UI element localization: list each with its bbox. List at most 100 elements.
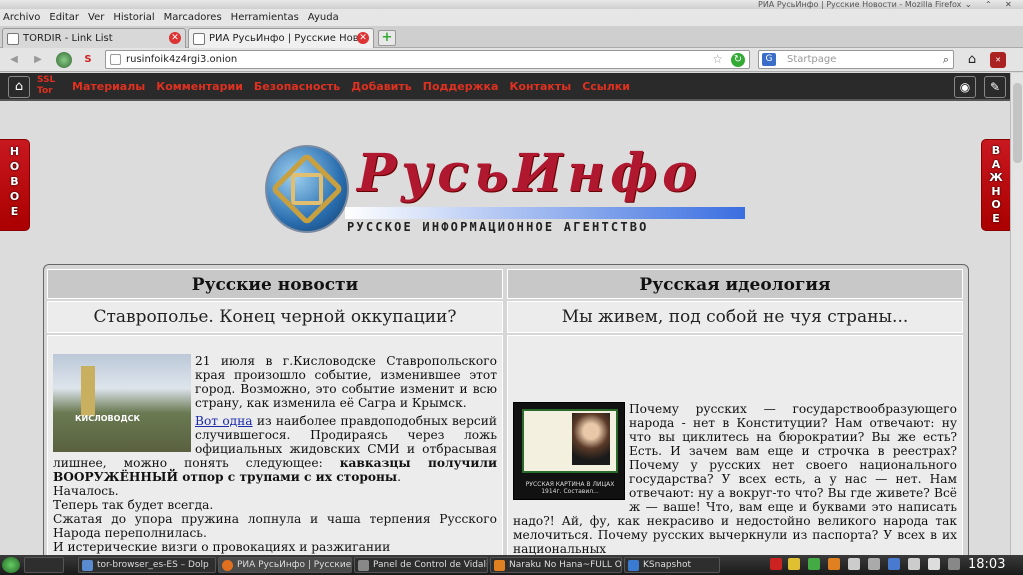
back-icon[interactable]: ◀ — [6, 52, 22, 68]
page-content: Н О В О Е В А Ж Н О Е РусьИнфо РУССКОЕ И… — [0, 101, 1010, 555]
site-home-icon[interactable]: ⌂ — [8, 76, 30, 98]
task-label: Naraku No Hana~FULL O — [509, 560, 622, 570]
menu-herramientas[interactable]: Herramientas — [231, 12, 299, 23]
new-tab-button[interactable]: + — [378, 30, 396, 46]
page-scrollbar[interactable] — [1010, 73, 1023, 555]
important-side-tab[interactable]: В А Ж Н О Е — [981, 139, 1010, 231]
folder-icon — [82, 560, 93, 571]
volume-icon[interactable] — [868, 558, 880, 570]
side-letter: О — [9, 190, 20, 203]
ssl-label: SSL — [37, 75, 56, 85]
article-title[interactable]: Ставрополье. Конец черной оккупации? — [47, 301, 503, 333]
side-letter: В — [991, 144, 1001, 157]
source-link[interactable]: Вот одна — [195, 414, 253, 428]
new-side-tab[interactable]: Н О В О Е — [0, 139, 30, 231]
nav-add[interactable]: Добавить — [351, 80, 411, 93]
article-body: РУССКАЯ КАРТИНА В ЛИЦАХ 1914г. Составил.… — [507, 335, 963, 555]
bookmark-star-icon[interactable]: ☆ — [712, 51, 723, 68]
menu-ayuda[interactable]: Ayuda — [308, 12, 339, 23]
home-icon[interactable]: ⌂ — [964, 52, 980, 68]
forward-icon[interactable]: ▶ — [30, 52, 46, 68]
binoculars-icon[interactable]: ⌕ — [943, 51, 949, 68]
kislovodsk-image[interactable]: КИСЛОВОДСК — [53, 354, 191, 452]
edit-icon[interactable]: ✎ — [984, 76, 1006, 98]
clock[interactable]: 18:03 — [968, 557, 1005, 572]
clipboard-icon[interactable] — [848, 558, 860, 570]
tray-icon[interactable] — [770, 558, 782, 570]
camera-icon — [628, 560, 639, 571]
vlc-tray-icon[interactable] — [828, 558, 840, 570]
nav-support[interactable]: Поддержка — [423, 80, 499, 93]
nav-comments[interactable]: Комментарии — [156, 80, 243, 93]
side-letter: О — [9, 160, 20, 173]
nav-contacts[interactable]: Контакты — [509, 80, 571, 93]
column-heading[interactable]: Русские новости — [47, 269, 503, 299]
tab-close-icon[interactable]: ✕ — [169, 32, 181, 44]
task-label: РИА РусьИнфо | Русские — [237, 560, 352, 570]
tab-tordir[interactable]: TORDIR - Link List ✕ — [2, 28, 186, 48]
bluetooth-icon[interactable] — [888, 558, 900, 570]
tor-label: Tor — [37, 86, 53, 96]
page-icon — [7, 32, 19, 45]
menu-editar[interactable]: Editar — [49, 12, 79, 23]
site-navbar: ⌂ SSL Tor Материалы Комментарии Безопасн… — [0, 73, 1010, 101]
scrollbar-thumb[interactable] — [1013, 83, 1022, 163]
battery-icon[interactable] — [928, 558, 940, 570]
task-dolphin[interactable]: tor-browser_es-ES – Dolp — [78, 557, 216, 573]
close-icon[interactable]: ✕ — [1005, 0, 1012, 9]
menu-bar: Archivo Editar Ver Historial Marcadores … — [0, 9, 1023, 26]
portrait-book-image[interactable]: РУССКАЯ КАРТИНА В ЛИЦАХ 1914г. Составил.… — [513, 402, 625, 500]
ssl-tor-label: SSL Tor — [37, 75, 55, 97]
search-engine-icon[interactable]: G — [762, 53, 776, 66]
paragraph-end: . — [397, 470, 401, 484]
side-letter: Е — [992, 211, 1000, 225]
page-icon — [110, 54, 121, 65]
firefox-icon — [222, 560, 233, 571]
task-label: tor-browser_es-ES – Dolp — [97, 560, 209, 570]
tor-tray-icon[interactable] — [808, 558, 820, 570]
noscript-icon[interactable]: S — [80, 52, 96, 68]
right-column: Русская идеология Мы живем, под собой не… — [507, 269, 963, 555]
logo-band — [345, 207, 745, 219]
rss-icon[interactable]: ◉ — [954, 76, 976, 98]
column-heading[interactable]: Русская идеология — [507, 269, 963, 299]
tab-rusinfo[interactable]: РИА РусьИнфо | Русские Нов... ✕ — [188, 28, 374, 48]
navigation-toolbar: ◀ ▶ S rusinfoik4z4rgi3.onion ☆ ↻ G Start… — [0, 48, 1023, 72]
task-naraku[interactable]: Naraku No Hana~FULL O — [490, 557, 622, 573]
search-input[interactable]: G Startpage ⌕ — [758, 50, 954, 69]
wifi-icon[interactable] — [908, 558, 920, 570]
https-everywhere-icon[interactable]: ✕ — [990, 52, 1006, 68]
minimize-icon[interactable]: ⌄ — [965, 0, 972, 9]
menu-archivo[interactable]: Archivo — [3, 12, 40, 23]
app-menu-icon[interactable] — [2, 557, 20, 573]
portrait-shape — [572, 413, 610, 465]
menu-marcadores[interactable]: Marcadores — [164, 12, 222, 23]
maximize-icon[interactable]: ⌃ — [985, 0, 992, 9]
pager[interactable] — [24, 557, 64, 573]
article-body: КИСЛОВОДСК 21 июля в г.Кисловодске Ставр… — [47, 335, 503, 555]
notifications-icon[interactable] — [948, 558, 960, 570]
side-letter: Ж — [989, 171, 1003, 184]
tab-label: РИА РусьИнфо | Русские Нов... — [209, 33, 369, 44]
nav-security[interactable]: Безопасность — [254, 80, 340, 93]
site-nav-links: Материалы Комментарии Безопасность Добав… — [72, 80, 641, 93]
tab-close-icon[interactable]: ✕ — [357, 32, 369, 44]
folder-tray-icon[interactable] — [788, 558, 800, 570]
site-logo[interactable]: РусьИнфо РУССКОЕ ИНФОРМАЦИОННОЕ АГЕНТСТВ… — [265, 143, 750, 241]
nav-materials[interactable]: Материалы — [72, 80, 145, 93]
task-ksnapshot[interactable]: KSnapshot — [624, 557, 720, 573]
side-letter: Н — [9, 145, 20, 158]
line: Теперь так будет всегда. — [53, 498, 214, 512]
article-title[interactable]: Мы живем, под собой не чуя страны... — [507, 301, 963, 333]
menu-historial[interactable]: Historial — [113, 12, 154, 23]
menu-ver[interactable]: Ver — [88, 12, 104, 23]
line: Сжатая до упора пружина лопнула и чаша т… — [53, 512, 497, 540]
taskbar: tor-browser_es-ES – Dolp РИА РусьИнфо | … — [0, 555, 1023, 575]
reload-icon[interactable]: ↻ — [731, 53, 745, 67]
nav-links[interactable]: Ссылки — [582, 80, 630, 93]
url-bar[interactable]: rusinfoik4z4rgi3.onion ☆ ↻ — [105, 50, 750, 69]
task-vidalia[interactable]: Panel de Control de Vidali — [354, 557, 488, 573]
task-firefox[interactable]: РИА РусьИнфо | Русские — [218, 557, 352, 573]
tor-onion-icon[interactable] — [56, 52, 72, 68]
